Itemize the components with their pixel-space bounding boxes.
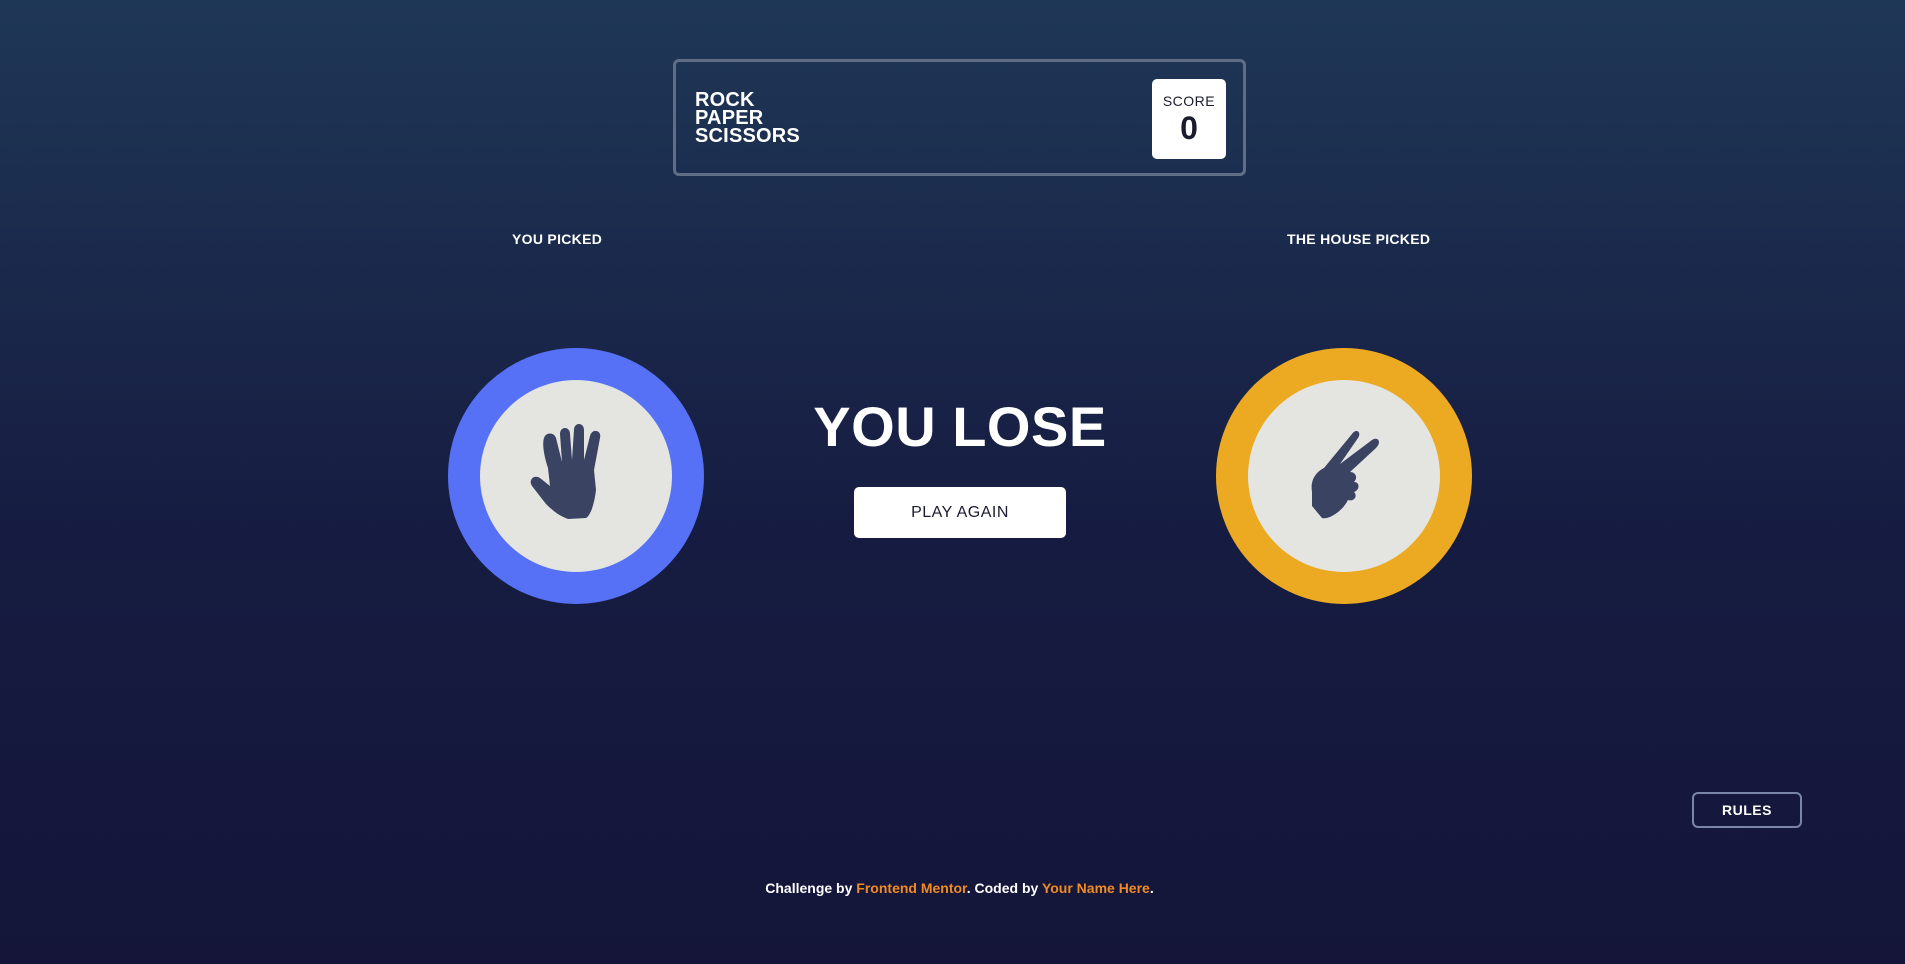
scissors-hand-icon bbox=[1311, 431, 1379, 519]
player-pick-paper-token bbox=[448, 348, 704, 604]
attribution-middle: . Coded by bbox=[966, 880, 1042, 896]
scoreboard-header: ROCK PAPER SCISSORS SCORE 0 bbox=[673, 59, 1246, 176]
attribution-suffix: . bbox=[1149, 880, 1154, 896]
score-label: SCORE bbox=[1162, 93, 1216, 109]
attribution-prefix: Challenge by bbox=[765, 880, 857, 896]
attribution-footer: Challenge by Frontend Mentor. Coded by Y… bbox=[0, 880, 1905, 896]
score-value: 0 bbox=[1180, 110, 1198, 146]
play-again-button[interactable]: PLAY AGAIN bbox=[854, 487, 1066, 538]
token-inner bbox=[1248, 380, 1440, 572]
token-inner bbox=[480, 380, 672, 572]
house-picked-label: THE HOUSE PICKED bbox=[1287, 231, 1431, 247]
house-pick-scissors-token bbox=[1216, 348, 1472, 604]
author-link[interactable]: Your Name Here bbox=[1042, 880, 1150, 896]
result-text: YOU LOSE bbox=[813, 395, 1107, 458]
paper-hand-icon bbox=[530, 424, 601, 519]
title-line-scissors: SCISSORS bbox=[695, 125, 800, 147]
frontend-mentor-link[interactable]: Frontend Mentor bbox=[856, 880, 966, 896]
you-picked-label: YOU PICKED bbox=[512, 231, 603, 247]
rules-button[interactable]: RULES bbox=[1692, 792, 1802, 828]
game-title: ROCK PAPER SCISSORS bbox=[695, 90, 800, 147]
score-box: SCORE 0 bbox=[1152, 79, 1226, 159]
